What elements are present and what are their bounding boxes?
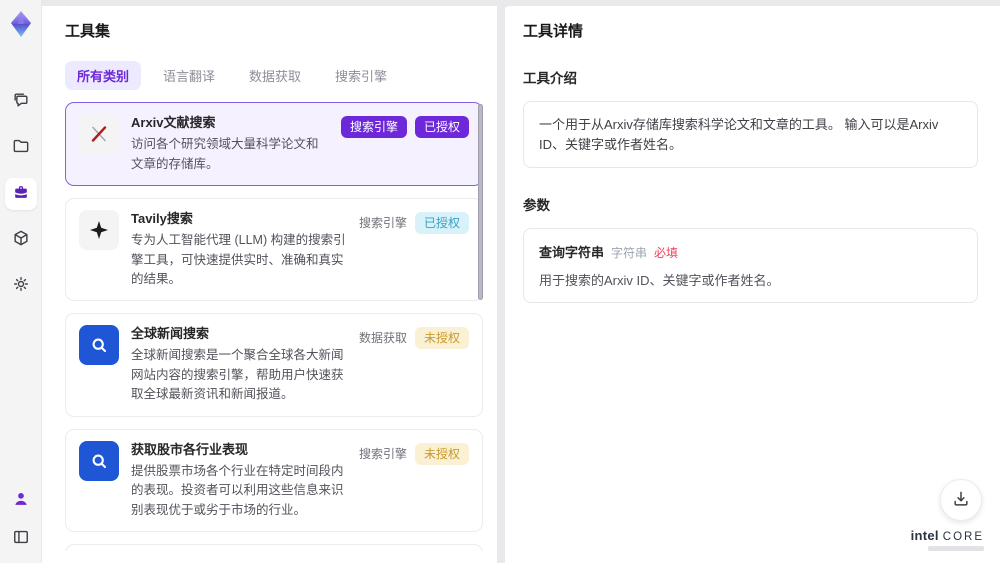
intro-heading: 工具介绍 (523, 71, 577, 86)
tool-description: 提供股票市场各个行业在特定时间段内的表现。投资者可以利用这些信息来识别表现优于或… (131, 463, 344, 517)
tool-card[interactable]: 获取市场最活跃股票信息 提供当天交易量最高的股票列表，投资者可以利用这些信息来识… (65, 543, 483, 551)
tab-语言翻译[interactable]: 语言翻译 (151, 61, 227, 90)
app-window: 工具集 所有类别 语言翻译 数据获取 搜索引擎 Arxiv文献搜索 访问各个研究领域大… (0, 0, 1000, 563)
auth-badge: 已授权 (414, 211, 469, 234)
auth-badge: 已授权 (414, 116, 469, 138)
panel-icon (11, 527, 31, 552)
tool-description: 专为人工智能代理 (LLM) 构建的搜索引擎工具，可快速提供实时、准确和真实的结… (131, 233, 346, 286)
intro-text: 一个用于从Arxiv存储库搜索科学论文和文章的工具。 输入可以是Arxiv ID… (539, 117, 939, 152)
param-required-flag: 必填 (654, 246, 679, 260)
sidebar-item-chat[interactable] (5, 86, 37, 118)
toolbox-icon (11, 182, 31, 207)
sidebar-item-user[interactable] (7, 487, 35, 515)
param-name: 查询字符串 (539, 245, 605, 260)
news-search-icon (79, 325, 119, 366)
detail-title: 工具详情 (523, 23, 584, 40)
sidebar-item-panel[interactable] (7, 525, 35, 553)
chat-icon (11, 90, 31, 115)
tool-name: Arxiv文献搜索 (131, 115, 216, 130)
params-heading: 参数 (523, 198, 550, 213)
parameter-card: 查询字符串 字符串 必填 用于搜索的Arxiv ID、关键字或作者姓名。 (523, 228, 978, 303)
download-button[interactable] (940, 479, 982, 521)
category-badge: 数据获取 (358, 331, 407, 346)
param-type: 字符串 (611, 246, 648, 260)
tool-detail-panel: 工具详情 工具介绍 一个用于从Arxiv存储库搜索科学论文和文章的工具。 输入可… (505, 0, 1000, 563)
tool-list: Arxiv文献搜索 访问各个研究领域大量科学论文和文章的存储库。 搜索引擎 已授… (65, 102, 483, 551)
download-icon (951, 489, 971, 512)
tool-card[interactable]: Tavily搜索 专为人工智能代理 (LLM) 构建的搜索引擎工具，可快速提供实… (65, 197, 483, 302)
tool-card[interactable]: 全球新闻搜索 全球新闻搜索是一个聚合全球各大新闻网站内容的搜索引擎，帮助用户快速… (65, 313, 483, 417)
category-badge: 搜索引擎 (358, 446, 407, 461)
category-badge: 搜索引擎 (358, 215, 407, 230)
sidebar-item-toolbox[interactable] (4, 178, 37, 210)
tab-所有类别[interactable]: 所有类别 (65, 61, 142, 90)
cube-icon (11, 228, 31, 253)
tool-name: 全球新闻搜索 (131, 326, 210, 342)
tool-description: 访问各个研究领域大量科学论文和文章的存储库。 (131, 137, 319, 171)
stock-sector-icon (79, 440, 119, 481)
tab-搜索引擎[interactable]: 搜索引擎 (323, 61, 399, 90)
tool-name: Tavily搜索 (131, 210, 193, 226)
settings-icon (11, 274, 31, 299)
folder-icon (11, 136, 31, 161)
brand-subline (928, 546, 984, 551)
tool-description: 全球新闻搜索是一个聚合全球各大新闻网站内容的搜索引擎，帮助用户快速获取全球最新资… (131, 348, 344, 402)
sidebar-item-settings[interactable] (5, 270, 37, 302)
tool-name: 获取股市各行业表现 (131, 441, 249, 457)
category-badge: 搜索引擎 (340, 116, 407, 138)
brand-intel-text: intel (910, 528, 939, 543)
auth-badge: 未授权 (414, 442, 469, 465)
sidebar (0, 0, 42, 563)
tool-card[interactable]: 获取股市各行业表现 提供股票市场各个行业在特定时间段内的表现。投资者可以利用这些… (65, 428, 483, 532)
category-tabs: 所有类别 语言翻译 数据获取 搜索引擎 (65, 61, 497, 90)
page-title: 工具集 (65, 23, 111, 40)
param-description: 用于搜索的Arxiv ID、关键字或作者姓名。 (539, 273, 780, 288)
scrollbar-thumb[interactable] (478, 104, 483, 300)
user-icon (11, 489, 31, 514)
intro-box: 一个用于从Arxiv存储库搜索科学论文和文章的工具。 输入可以是Arxiv ID… (523, 101, 978, 168)
tool-list-panel: 工具集 所有类别 语言翻译 数据获取 搜索引擎 Arxiv文献搜索 访问各个研究领域大… (42, 0, 497, 563)
sidebar-item-cube[interactable] (5, 224, 37, 256)
tavily-icon (79, 209, 119, 250)
intel-core-logo: intel CORE (911, 528, 984, 551)
tool-card[interactable]: Arxiv文献搜索 访问各个研究领域大量科学论文和文章的存储库。 搜索引擎 已授… (65, 102, 483, 186)
param-list: 查询字符串 字符串 必填 用于搜索的Arxiv ID、关键字或作者姓名。 (523, 228, 978, 303)
brand-core-text: CORE (942, 531, 984, 543)
tab-数据获取[interactable]: 数据获取 (237, 61, 313, 90)
app-logo-icon (7, 10, 35, 38)
auth-badge: 未授权 (414, 327, 469, 350)
arxiv-icon (79, 114, 119, 154)
sidebar-item-folder[interactable] (5, 132, 37, 164)
